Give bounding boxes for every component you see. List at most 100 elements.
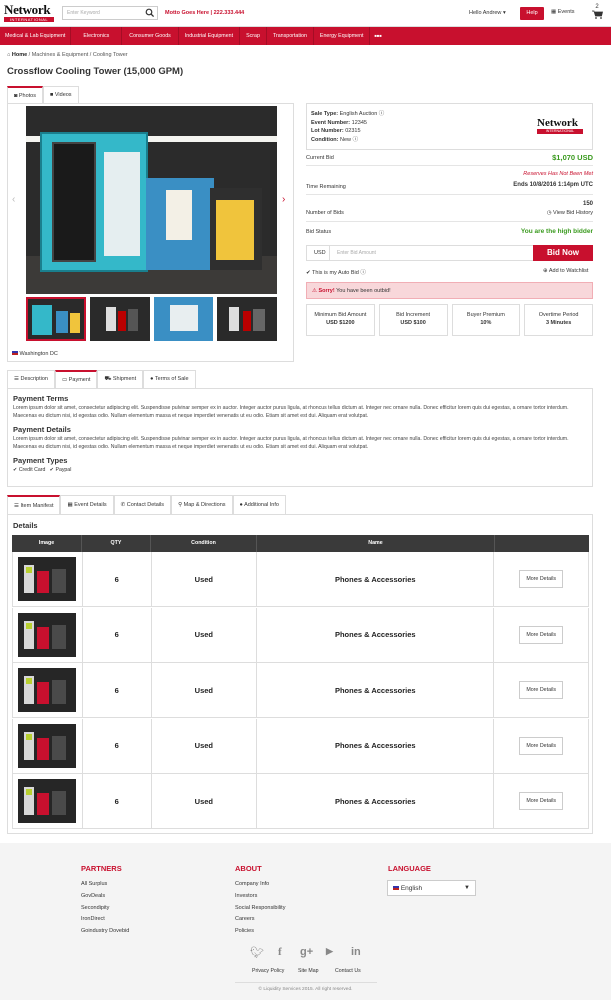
linkedin-icon[interactable]: in: [351, 946, 361, 958]
site-map-link[interactable]: Site Map: [298, 968, 318, 974]
more-details-button[interactable]: More Details: [519, 570, 564, 588]
calendar-icon: ▦: [551, 9, 557, 15]
copyright: © Liquidity Services 2015. All right res…: [258, 987, 353, 992]
product-thumbnail[interactable]: [18, 723, 77, 768]
info-icon[interactable]: ⓘ: [353, 137, 359, 143]
help-button[interactable]: Help: [520, 7, 544, 20]
footer-link[interactable]: Investors: [235, 891, 285, 903]
user-menu[interactable]: Hello Andrew ▾: [469, 10, 506, 16]
nav-item-energy[interactable]: Energy Equipment: [314, 27, 371, 45]
bid-now-button[interactable]: Bid Now: [533, 245, 593, 261]
footer-link[interactable]: Careers: [235, 914, 285, 926]
nav-item-scrap[interactable]: Scrap: [240, 27, 267, 45]
search-input[interactable]: Enter Keyword: [62, 6, 158, 20]
seller-logo-word: Network: [537, 117, 578, 129]
thumbnail[interactable]: [217, 297, 278, 341]
seller-logo-band: INTERNATIONAL: [537, 129, 583, 134]
thumbnail[interactable]: [89, 297, 150, 341]
breadcrumb-path[interactable]: / Machines & Equipment / Cooling Tower: [27, 52, 128, 58]
youtube-icon[interactable]: ▶: [326, 946, 333, 957]
product-thumbnail[interactable]: [18, 668, 77, 712]
breadcrumb-home[interactable]: Home: [12, 52, 27, 58]
prev-arrow-icon[interactable]: ‹: [12, 194, 15, 205]
tab-event-details[interactable]: ▦ Event Details: [60, 495, 114, 514]
search-icon[interactable]: [145, 8, 155, 18]
next-arrow-icon[interactable]: ›: [282, 194, 285, 205]
tab-map-directions[interactable]: ⚲ Map & Directions: [171, 495, 233, 514]
google-plus-icon[interactable]: g+: [300, 946, 313, 958]
time-remaining-label: Time Remaining: [306, 184, 346, 190]
thumbnail[interactable]: [26, 297, 86, 341]
tab-terms[interactable]: ● Terms of Sale: [143, 370, 196, 388]
auto-bid-checkbox[interactable]: ✔ This is my Auto Bid ⓘ: [306, 268, 366, 276]
tab-additional-info[interactable]: ● Additional Info: [232, 495, 286, 514]
footer-link[interactable]: GovDeals: [81, 891, 129, 903]
more-details-button[interactable]: More Details: [519, 736, 564, 755]
home-icon[interactable]: ⌂: [7, 52, 10, 58]
nav-item-electronics[interactable]: Electronics: [71, 27, 123, 45]
stat-label: Buyer Premium: [466, 312, 505, 318]
bid-status-value: You are the high bidder: [520, 228, 593, 235]
stat-value: 10%: [480, 320, 492, 326]
tab-shipment[interactable]: ⛟ Shipment: [97, 370, 144, 388]
caret-down-icon: ▼: [464, 885, 470, 891]
footer-link[interactable]: Goindustry Dovebid: [81, 926, 129, 938]
bid-amount-input[interactable]: Enter Bid Amount: [337, 250, 376, 256]
footer-link[interactable]: Secondipity: [81, 903, 129, 915]
end-time: Ends 10/8/2016 1:14pm UTC: [513, 182, 593, 188]
footer-link[interactable]: Company Info: [235, 879, 285, 891]
tab-videos[interactable]: ■ Videos: [42, 86, 79, 103]
footer-link[interactable]: IronDirect: [81, 914, 129, 926]
about-list: Company Info Investors Social Responsibi…: [235, 879, 285, 938]
lot-number-label: Lot Number:: [311, 128, 344, 134]
nav-more-icon[interactable]: ■■■: [370, 27, 385, 45]
privacy-policy-link[interactable]: Privacy Policy: [252, 968, 284, 974]
facebook-icon[interactable]: f: [278, 946, 282, 958]
events-link[interactable]: ▦ Events: [551, 9, 575, 15]
stat-increment: Bid Increment USD $100: [378, 304, 448, 336]
view-bid-history-link[interactable]: ◷ View Bid History: [547, 210, 593, 216]
motto-text: Motto Goes Here | 222.333.444: [165, 10, 245, 16]
footer-link[interactable]: Social Responsibility: [235, 903, 285, 915]
product-thumbnail[interactable]: [18, 612, 77, 657]
row-condition: Used: [152, 552, 258, 606]
reserve-status: Reserves Has Not Been Met: [523, 171, 593, 177]
nav-item-medical[interactable]: Medical & Lab Equipment: [0, 27, 72, 45]
more-details-button[interactable]: More Details: [519, 625, 564, 644]
contact-us-link[interactable]: Contact Us: [335, 968, 361, 974]
footer-link[interactable]: All Surplus: [81, 879, 129, 891]
product-thumbnail[interactable]: [18, 779, 77, 823]
nav-item-industrial[interactable]: Industrial Equipment: [179, 27, 241, 45]
col-image: Image: [12, 535, 82, 552]
cart-button[interactable]: 2: [590, 4, 604, 21]
twitter-icon[interactable]: 🐦︎: [250, 946, 264, 959]
info-icon[interactable]: ⓘ: [379, 111, 385, 117]
main-product-image[interactable]: [26, 106, 277, 294]
tab-contact-details[interactable]: ✆ Contact Details: [113, 495, 172, 514]
more-details-button[interactable]: More Details: [519, 792, 564, 810]
info-tabs: ☰ Item Manifest ▦ Event Details ✆ Contac…: [7, 495, 286, 514]
add-to-watchlist-link[interactable]: ⊕ Add to Watchlist: [543, 268, 588, 274]
language-select[interactable]: English ▼: [387, 880, 476, 896]
payment-types-title: Payment Types: [13, 456, 68, 465]
tab-label: Map & Directions: [183, 502, 226, 508]
product-thumbnail[interactable]: [18, 557, 77, 601]
tab-description[interactable]: ☰ Description: [7, 370, 55, 388]
thumbnail[interactable]: [153, 297, 214, 341]
nav-item-consumer-goods[interactable]: Consumer Goods: [122, 27, 179, 45]
bid-status-row: Bid Status You are the high bidder: [306, 227, 593, 241]
info-icon[interactable]: ⓘ: [360, 270, 366, 276]
bids-label: Number of Bids: [306, 210, 344, 216]
network-logo[interactable]: Network INTERNATIONAL: [4, 3, 56, 23]
footer-link[interactable]: Policies: [235, 926, 285, 938]
manifest-title: Details: [13, 521, 38, 530]
tab-label: Shipment: [112, 376, 137, 382]
item-manifest-panel: Details Image QTY Condition Name 6 Used Ph…: [7, 514, 593, 834]
nav-item-transportation[interactable]: Transportation: [267, 27, 314, 45]
tab-payment[interactable]: ▭ Payment: [54, 370, 98, 388]
partners-list: All Surplus GovDeals Secondipity IronDir…: [81, 879, 129, 938]
tab-item-manifest[interactable]: ☰ Item Manifest: [7, 495, 61, 514]
more-details-button[interactable]: More Details: [519, 681, 564, 699]
tab-photos[interactable]: ◙ Photos: [7, 86, 43, 103]
row-qty: 6: [83, 607, 152, 662]
